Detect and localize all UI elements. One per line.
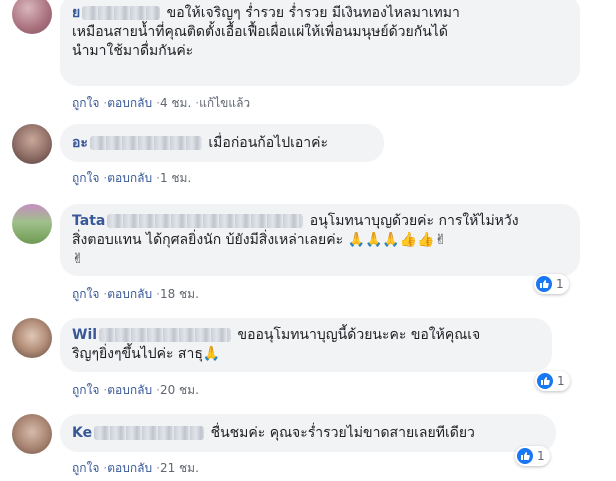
avatar[interactable] [12, 204, 52, 244]
reaction-badge[interactable]: 1 [515, 446, 550, 466]
comment-text-line2: เหมือนสายน้ำที่คุณติดตั้งเอื้อเฟื้อเผื่อ… [72, 24, 448, 40]
author-name[interactable]: Ke [72, 424, 206, 443]
timestamp[interactable]: 18 ชม. [160, 287, 199, 301]
reply-link[interactable]: ตอบกลับ [107, 461, 152, 475]
reaction-count: 1 [537, 449, 545, 463]
comment-actions: ถูกใจ ·ตอบกลับ ·20 ชม. [72, 383, 199, 397]
comment-bubble: Tata อนุโมทนาบุญด้วยค่ะ การให้ไม่หวัง สิ… [60, 204, 580, 276]
comment-text-line3: ✌ [72, 251, 84, 267]
timestamp[interactable]: 1 ชม. [160, 171, 191, 185]
author-name[interactable]: อะ [72, 134, 204, 153]
thumbs-up-icon [517, 448, 533, 464]
like-link[interactable]: ถูกใจ [72, 461, 99, 475]
comment-actions: ถูกใจ ·ตอบกลับ ·4 ชม. ·แก้ไขแล้ว [72, 96, 251, 110]
avatar[interactable] [12, 124, 52, 164]
reply-link[interactable]: ตอบกลับ [107, 383, 152, 397]
like-link[interactable]: ถูกใจ [72, 96, 99, 110]
reaction-count: 1 [556, 277, 564, 291]
comment-bubble: Wil ขออนุโมทนาบุญนี้ด้วยนะคะ ขอให้คุณเจ … [60, 318, 552, 372]
reply-link[interactable]: ตอบกลับ [107, 287, 152, 301]
reaction-badge[interactable]: 1 [535, 371, 570, 391]
comment-text: ขอให้เจริญๆ ร่ำรวย ร่ำรวย มีเงินทองไหลมา… [166, 5, 460, 21]
comment-actions: ถูกใจ ·ตอบกลับ ·1 ชม. [72, 171, 192, 185]
comment-text: ชื่นชมค่ะ คุณจะร่ำรวยไม่ขาดสายเลยทีเดียว [210, 425, 475, 441]
like-link[interactable]: ถูกใจ [72, 287, 99, 301]
timestamp[interactable]: 21 ชม. [160, 461, 199, 475]
reaction-count: 1 [557, 374, 565, 388]
timestamp[interactable]: 20 ชม. [160, 383, 199, 397]
avatar[interactable] [12, 0, 52, 34]
reaction-badge[interactable]: 1 [534, 274, 569, 294]
author-name[interactable]: Tata [72, 212, 305, 231]
thumbs-up-icon [537, 373, 553, 389]
comment-text-line3: นำมาใช้มาดื่มกันค่ะ [72, 43, 194, 59]
edited-label[interactable]: แก้ไขแล้ว [199, 96, 250, 110]
reply-link[interactable]: ตอบกลับ [107, 171, 152, 185]
like-link[interactable]: ถูกใจ [72, 171, 99, 185]
comment-actions: ถูกใจ ·ตอบกลับ ·21 ชม. [72, 461, 199, 475]
comment-actions: ถูกใจ ·ตอบกลับ ·18 ชม. [72, 287, 199, 301]
comment-text: อนุโมทนาบุญด้วยค่ะ การให้ไม่หวัง [309, 213, 519, 229]
thumbs-up-icon [536, 276, 552, 292]
timestamp[interactable]: 4 ชม. [160, 96, 191, 110]
avatar[interactable] [12, 414, 52, 454]
comment-bubble: อะ เมื่อก่อนก้อไปเอาค่ะ [60, 124, 384, 162]
comment-bubble: Ke ชื่นชมค่ะ คุณจะร่ำรวยไม่ขาดสายเลยทีเด… [60, 414, 556, 452]
like-link[interactable]: ถูกใจ [72, 383, 99, 397]
comment-bubble: ย ขอให้เจริญๆ ร่ำรวย ร่ำรวย มีเงินทองไหล… [60, 0, 580, 86]
comment-text: ขออนุโมทนาบุญนี้ด้วยนะคะ ขอให้คุณเจ [237, 327, 481, 343]
comment-text-line2: ริญๆยิ่งๆขึ้นไปค่ะ สาธุ🙏 [72, 346, 221, 362]
author-name[interactable]: Wil [72, 326, 233, 345]
comment-text-line2: สิ่งตอบแทน ได้กุศลยิ่งนัก บ้ยังมีสิ่งเหล… [72, 232, 447, 248]
author-name[interactable]: ย [72, 4, 162, 23]
reply-link[interactable]: ตอบกลับ [107, 96, 152, 110]
comment-text: เมื่อก่อนก้อไปเอาค่ะ [208, 135, 329, 151]
avatar[interactable] [12, 318, 52, 358]
